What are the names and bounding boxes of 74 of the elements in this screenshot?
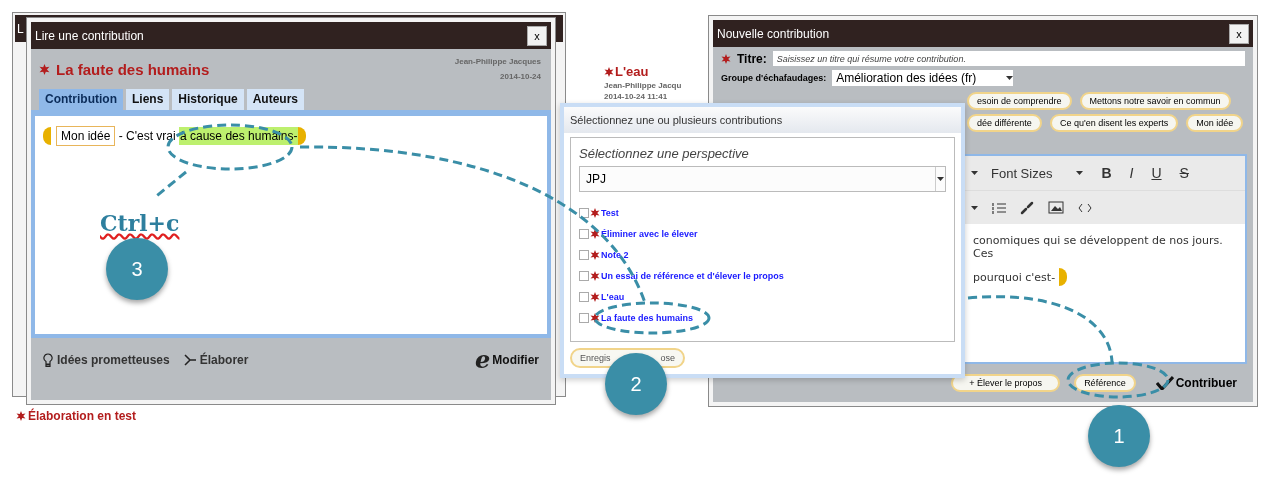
window-title: Lire une contribution: [35, 28, 144, 43]
editor-text: conomiques qui se développent de nos jours. Ces pourquoi c'est-: [972, 233, 1224, 288]
date-text: 2014-10-24 11:41: [604, 92, 669, 101]
scaffold-tag[interactable]: Mettons notre savoir en commun: [1079, 92, 1231, 110]
caret-icon: [937, 177, 944, 181]
edit-icon: e: [475, 348, 491, 372]
star-icon: [590, 208, 600, 218]
format-button[interactable]: I: [1124, 163, 1139, 183]
scaffold-start-icon: [43, 127, 51, 145]
scaffold-tag[interactable]: dée différente: [967, 114, 1042, 132]
window-title: Nouvelle contribution: [717, 26, 830, 41]
scaffold-tag[interactable]: Ce qu'en disent les experts: [1049, 114, 1179, 132]
promising-ideas-link[interactable]: Idées prometteuses: [57, 353, 170, 367]
reference-button[interactable]: Référence: [1074, 374, 1136, 392]
numbered-list-icon[interactable]: [992, 200, 1006, 215]
lightbulb-icon: [43, 353, 53, 367]
link-icon[interactable]: [1020, 200, 1034, 215]
caret-icon: [971, 205, 978, 210]
star-icon: [590, 250, 600, 260]
code-icon[interactable]: [1078, 202, 1092, 213]
star-icon: [590, 271, 600, 281]
contribution-title: Élaboration en test: [28, 409, 137, 423]
star-icon: [39, 63, 50, 75]
contribute-button[interactable]: Contribuer: [1149, 375, 1243, 391]
scaffold-label: Mon idée: [56, 126, 116, 146]
format-button[interactable]: U: [1146, 163, 1167, 183]
scaffold-end-icon: [298, 127, 307, 145]
contribution-option[interactable]: Un essai de référence et d'élever le propos: [579, 268, 946, 284]
caret-icon: [971, 171, 978, 175]
shortcut-label: Ctrl+c: [100, 210, 180, 236]
dialog-title: Sélectionnez une ou plusieurs contributions: [564, 107, 961, 133]
author-name: Jean-Philippe Jacques: [454, 57, 541, 66]
tab[interactable]: Historique: [172, 89, 244, 110]
contribution-option[interactable]: Éliminer avec le élever: [579, 226, 946, 242]
caret-icon: [1006, 76, 1014, 80]
star-icon: [721, 53, 731, 64]
scaffold-tag[interactable]: Mon idée: [1186, 114, 1244, 132]
tab[interactable]: Contribution: [39, 89, 123, 110]
image-icon[interactable]: [1048, 201, 1064, 214]
tab[interactable]: Liens: [126, 89, 170, 110]
elevate-button[interactable]: + Élever le propos: [951, 374, 1061, 392]
contribution-option[interactable]: Note 2: [579, 247, 946, 263]
star-icon: [590, 313, 600, 323]
format-button[interactable]: S: [1174, 163, 1194, 183]
step-number: 1: [1088, 405, 1150, 467]
contribution-option[interactable]: La faute des humains: [579, 310, 946, 326]
author-name: Jean-Philippe Jacqu: [604, 81, 682, 90]
star-icon: [16, 411, 26, 421]
date-text: 2014-10-24: [500, 72, 541, 81]
contribution-option[interactable]: L'eau: [579, 289, 946, 305]
elaborate-link[interactable]: Élaborer: [199, 353, 249, 367]
star-icon: [590, 229, 600, 239]
close-button[interactable]: x: [527, 25, 547, 46]
contribution-heading: La faute des humains: [56, 60, 210, 78]
edit-link[interactable]: Modifier: [492, 353, 539, 367]
group-label: Groupe d'échafaudages:: [721, 73, 827, 83]
tab[interactable]: Auteurs: [246, 89, 304, 110]
title-input[interactable]: Saisissez un titre qui résume votre contribution.: [772, 51, 1245, 66]
caret-icon: [1076, 171, 1084, 175]
perspective-label: Sélectionnez une perspective: [579, 146, 750, 161]
star-icon: [604, 66, 614, 77]
title-label: Titre:: [737, 51, 767, 66]
contribution-option[interactable]: Test: [579, 205, 946, 221]
format-button[interactable]: B: [1096, 163, 1117, 183]
star-icon: [590, 292, 600, 302]
checkmark-icon: [1155, 376, 1174, 390]
window-title: L: [17, 21, 24, 36]
branch-icon: [183, 354, 196, 366]
scaffold-tag[interactable]: esoin de comprendre: [967, 92, 1072, 110]
perspective-select[interactable]: JPJ: [579, 166, 946, 192]
close-button[interactable]: x: [1229, 23, 1249, 44]
group-select[interactable]: Amélioration des idées (fr): [832, 70, 1014, 86]
contribution-title: L'eau: [615, 64, 649, 79]
font-size-select[interactable]: Font Sizes: [986, 163, 1089, 183]
